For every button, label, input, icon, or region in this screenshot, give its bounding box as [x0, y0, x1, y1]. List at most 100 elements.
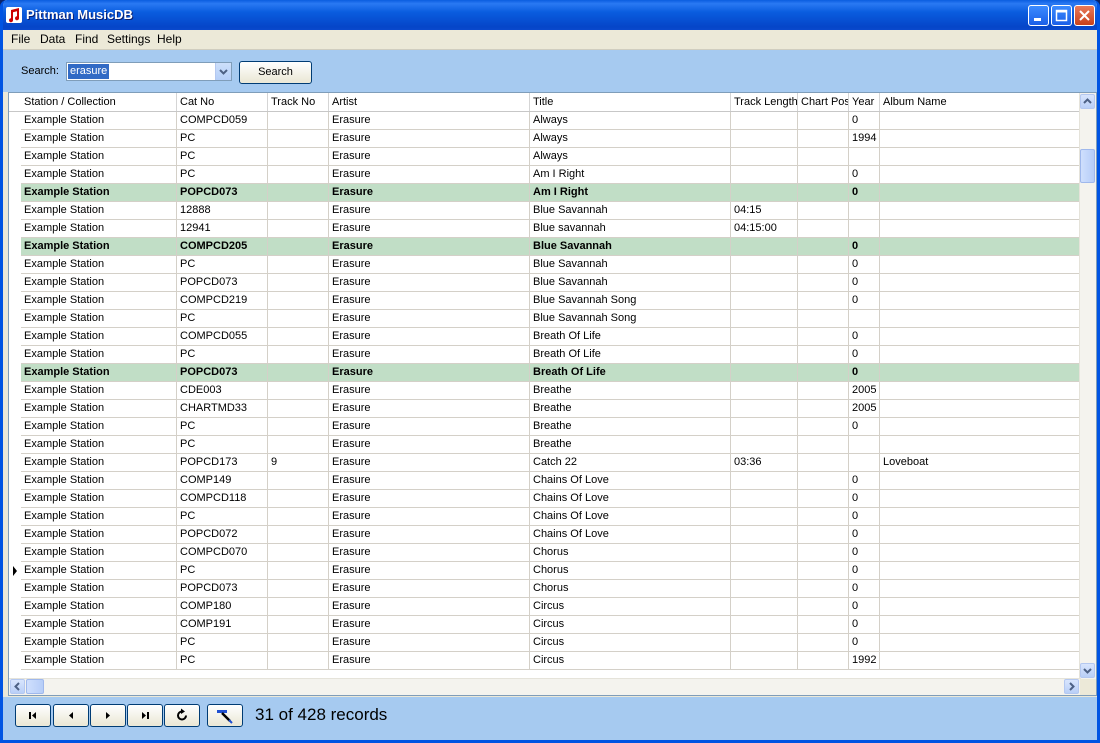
column-header-track[interactable]: Track No	[268, 93, 329, 111]
cell-cat[interactable]: COMPCD205	[177, 238, 268, 256]
cell-title[interactable]: Chains Of Love	[530, 490, 731, 508]
cell-track[interactable]	[268, 166, 329, 184]
cell-year[interactable]: 0	[849, 616, 880, 634]
cell-length[interactable]	[731, 256, 798, 274]
table-row[interactable]: Example Station PC Erasure Chains Of Love 0	[9, 508, 1081, 526]
cell-length[interactable]	[731, 130, 798, 148]
cell-year[interactable]: 0	[849, 238, 880, 256]
cell-album[interactable]	[880, 508, 1081, 526]
cell-year[interactable]: 1994	[849, 130, 880, 148]
cell-year[interactable]	[849, 220, 880, 238]
cell-cat[interactable]: POPCD073	[177, 580, 268, 598]
table-row[interactable]: Example Station 12888 Erasure Blue Savannah…	[9, 202, 1081, 220]
cell-artist[interactable]: Erasure	[329, 508, 530, 526]
cell-length[interactable]	[731, 364, 798, 382]
cell-title[interactable]: Catch 22	[530, 454, 731, 472]
cell-artist[interactable]: Erasure	[329, 526, 530, 544]
table-row[interactable]: Example Station POPCD072 Erasure Chains Of …	[9, 526, 1081, 544]
cell-title[interactable]: Blue savannah	[530, 220, 731, 238]
cell-length[interactable]	[731, 382, 798, 400]
cell-track[interactable]	[268, 328, 329, 346]
cell-chart[interactable]	[798, 562, 849, 580]
cell-chart[interactable]	[798, 112, 849, 130]
cell-cat[interactable]: PC	[177, 652, 268, 670]
cell-track[interactable]	[268, 418, 329, 436]
row-indicator[interactable]	[9, 436, 21, 454]
cell-artist[interactable]: Erasure	[329, 472, 530, 490]
cell-album[interactable]	[880, 166, 1081, 184]
cell-artist[interactable]: Erasure	[329, 490, 530, 508]
cell-chart[interactable]	[798, 436, 849, 454]
cell-artist[interactable]: Erasure	[329, 256, 530, 274]
cell-year[interactable]: 0	[849, 526, 880, 544]
cell-album[interactable]	[880, 202, 1081, 220]
cell-title[interactable]: Blue Savannah	[530, 238, 731, 256]
cell-cat[interactable]: PC	[177, 256, 268, 274]
row-indicator[interactable]	[9, 652, 21, 670]
table-row[interactable]: Example Station 12941 Erasure Blue savannah…	[9, 220, 1081, 238]
cell-title[interactable]: Chorus	[530, 562, 731, 580]
cell-station[interactable]: Example Station	[21, 112, 177, 130]
cell-length[interactable]	[731, 508, 798, 526]
cell-artist[interactable]: Erasure	[329, 364, 530, 382]
cell-cat[interactable]: COMPCD118	[177, 490, 268, 508]
title-bar[interactable]: Pittman MusicDB	[3, 0, 1097, 30]
cell-chart[interactable]	[798, 526, 849, 544]
cell-length[interactable]	[731, 292, 798, 310]
edit-record-button[interactable]	[207, 704, 243, 727]
cell-length[interactable]	[731, 544, 798, 562]
cell-title[interactable]: Always	[530, 112, 731, 130]
cell-title[interactable]: Circus	[530, 634, 731, 652]
cell-chart[interactable]	[798, 508, 849, 526]
column-header-album[interactable]: Album Name	[880, 93, 1081, 111]
cell-album[interactable]	[880, 598, 1081, 616]
cell-title[interactable]: Blue Savannah Song	[530, 292, 731, 310]
scroll-right-button[interactable]	[1064, 679, 1079, 694]
cell-album[interactable]	[880, 652, 1081, 670]
cell-year[interactable]: 0	[849, 328, 880, 346]
cell-chart[interactable]	[798, 184, 849, 202]
cell-album[interactable]	[880, 220, 1081, 238]
cell-cat[interactable]: PC	[177, 310, 268, 328]
cell-title[interactable]: Circus	[530, 598, 731, 616]
cell-title[interactable]: Circus	[530, 616, 731, 634]
cell-track[interactable]	[268, 256, 329, 274]
cell-artist[interactable]: Erasure	[329, 112, 530, 130]
cell-title[interactable]: Breath Of Life	[530, 364, 731, 382]
column-header-cat[interactable]: Cat No	[177, 93, 268, 111]
cell-title[interactable]: Breath Of Life	[530, 328, 731, 346]
table-row[interactable]: Example Station PC Erasure Chorus 0	[9, 562, 1081, 580]
cell-station[interactable]: Example Station	[21, 616, 177, 634]
cell-album[interactable]	[880, 580, 1081, 598]
cell-album[interactable]	[880, 148, 1081, 166]
row-indicator[interactable]	[9, 418, 21, 436]
cell-station[interactable]: Example Station	[21, 490, 177, 508]
cell-length[interactable]	[731, 598, 798, 616]
cell-track[interactable]	[268, 310, 329, 328]
table-row[interactable]: Example Station COMPCD219 Erasure Blue Sava…	[9, 292, 1081, 310]
cell-artist[interactable]: Erasure	[329, 220, 530, 238]
table-row[interactable]: Example Station POPCD073 Erasure Breath Of …	[9, 364, 1081, 382]
cell-title[interactable]: Always	[530, 130, 731, 148]
row-indicator[interactable]	[9, 364, 21, 382]
row-indicator[interactable]	[9, 202, 21, 220]
row-indicator[interactable]	[9, 328, 21, 346]
cell-album[interactable]	[880, 130, 1081, 148]
row-indicator[interactable]	[9, 562, 21, 580]
column-header-year[interactable]: Year	[849, 93, 880, 111]
cell-station[interactable]: Example Station	[21, 454, 177, 472]
cell-track[interactable]	[268, 616, 329, 634]
cell-album[interactable]	[880, 490, 1081, 508]
table-row[interactable]: Example Station CHARTMD33 Erasure Breathe 20…	[9, 400, 1081, 418]
cell-cat[interactable]: COMPCD059	[177, 112, 268, 130]
cell-title[interactable]: Chains Of Love	[530, 508, 731, 526]
cell-length[interactable]	[731, 400, 798, 418]
row-indicator[interactable]	[9, 274, 21, 292]
cell-album[interactable]	[880, 112, 1081, 130]
cell-track[interactable]	[268, 274, 329, 292]
cell-title[interactable]: Chains Of Love	[530, 526, 731, 544]
cell-station[interactable]: Example Station	[21, 418, 177, 436]
cell-title[interactable]: Always	[530, 148, 731, 166]
cell-year[interactable]: 0	[849, 274, 880, 292]
cell-station[interactable]: Example Station	[21, 148, 177, 166]
